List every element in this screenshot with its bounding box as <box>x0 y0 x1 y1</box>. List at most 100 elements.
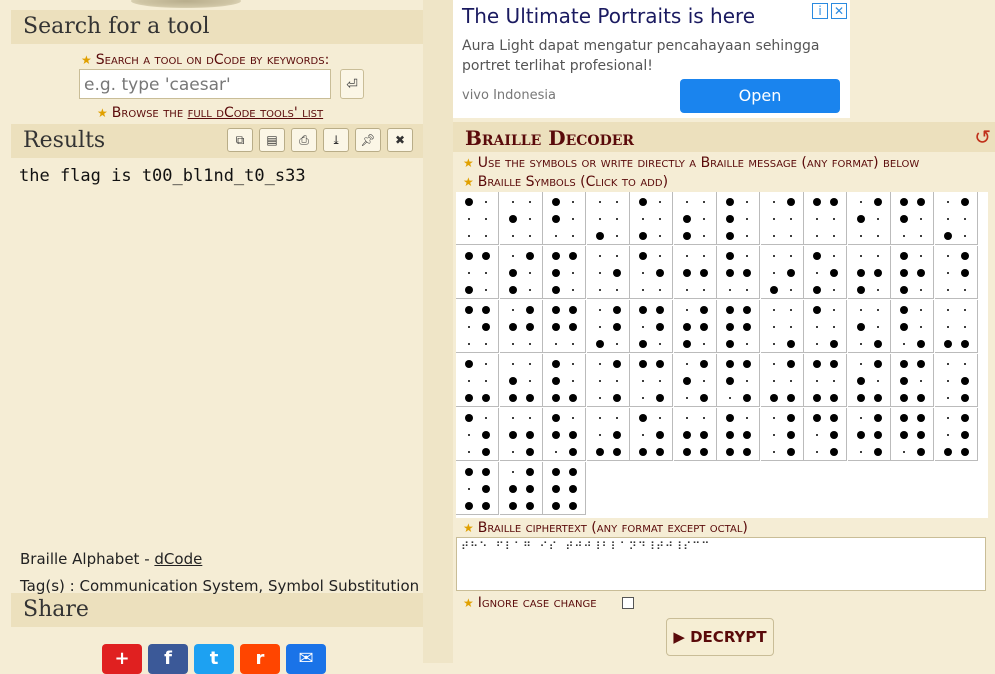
braille-cell[interactable] <box>456 246 499 299</box>
plus-share-icon[interactable]: + <box>102 644 142 674</box>
braille-cell[interactable] <box>760 300 804 353</box>
braille-cell[interactable] <box>760 192 804 245</box>
ad-banner[interactable]: The Ultimate Portraits is here i ✕ Aura L… <box>453 0 850 118</box>
braille-cell[interactable] <box>804 300 847 353</box>
braille-cell[interactable] <box>847 246 891 299</box>
braille-cell[interactable] <box>543 354 586 407</box>
ignore-case-checkbox[interactable] <box>622 597 634 609</box>
braille-cell[interactable] <box>934 192 978 245</box>
braille-dot-flat <box>702 218 705 220</box>
braille-cell[interactable] <box>804 408 847 461</box>
braille-cell[interactable] <box>717 192 760 245</box>
twitter-icon[interactable]: t <box>194 644 234 674</box>
braille-cell[interactable] <box>934 354 978 407</box>
braille-dot-raised <box>508 323 517 331</box>
braille-cell[interactable] <box>630 408 673 461</box>
braille-cell[interactable] <box>717 300 760 353</box>
braille-cell[interactable] <box>673 246 717 299</box>
braille-cell[interactable] <box>586 246 630 299</box>
pin-icon[interactable]: 📌︎ <box>355 128 381 152</box>
braille-cell[interactable] <box>543 408 586 461</box>
braille-cell[interactable] <box>499 354 543 407</box>
ad-open-button[interactable]: Open <box>680 79 840 113</box>
braille-cell[interactable] <box>456 300 499 353</box>
braille-cell[interactable] <box>456 408 499 461</box>
close-icon[interactable]: ✖ <box>387 128 413 152</box>
braille-cell[interactable] <box>673 192 717 245</box>
braille-cell[interactable] <box>717 408 760 461</box>
browse-tools-link[interactable]: ★ Browse the full dCode tools' list <box>97 105 323 121</box>
braille-cell[interactable] <box>630 300 673 353</box>
print-icon[interactable]: ⎙ <box>291 128 317 152</box>
braille-cell[interactable] <box>456 462 499 515</box>
braille-cell[interactable] <box>499 246 543 299</box>
braille-dot-flat <box>876 309 879 311</box>
braille-cell[interactable] <box>847 192 891 245</box>
braille-dot-flat <box>572 272 574 274</box>
braille-cell[interactable] <box>804 354 847 407</box>
braille-cell[interactable] <box>673 300 717 353</box>
braille-cell[interactable] <box>543 246 586 299</box>
braille-dot-flat <box>659 218 661 220</box>
braille-cell[interactable] <box>804 246 847 299</box>
refresh-icon[interactable]: ↺ <box>974 125 991 149</box>
braille-cell[interactable] <box>847 300 891 353</box>
email-icon[interactable]: ✉ <box>286 644 326 674</box>
braille-cell[interactable] <box>499 300 543 353</box>
braille-cell[interactable] <box>891 408 934 461</box>
braille-dot-raised <box>569 502 577 510</box>
braille-cell[interactable] <box>717 246 760 299</box>
braille-cell[interactable] <box>760 408 804 461</box>
dcode-link[interactable]: dCode <box>154 550 202 568</box>
braille-cell[interactable] <box>891 192 934 245</box>
braille-cell[interactable] <box>934 408 978 461</box>
ad-title[interactable]: The Ultimate Portraits is here <box>462 4 755 28</box>
braille-dot-raised <box>465 198 473 206</box>
braille-cell[interactable] <box>499 192 543 245</box>
braille-dot-raised <box>900 431 908 439</box>
braille-cell[interactable] <box>630 246 673 299</box>
ad-info-icon[interactable]: i <box>812 3 828 19</box>
braille-cell[interactable] <box>630 354 673 407</box>
braille-cell[interactable] <box>891 246 934 299</box>
braille-cell[interactable] <box>543 192 586 245</box>
braille-cell[interactable] <box>586 354 630 407</box>
braille-cell[interactable] <box>456 192 499 245</box>
braille-cell[interactable] <box>891 300 934 353</box>
braille-cell[interactable] <box>934 300 978 353</box>
braille-dot-flat <box>746 417 748 419</box>
ad-close-icon[interactable]: ✕ <box>831 3 847 19</box>
reddit-icon[interactable]: r <box>240 644 280 674</box>
braille-cell[interactable] <box>804 192 847 245</box>
enter-icon[interactable]: ⏎ <box>340 69 364 99</box>
braille-cell[interactable] <box>673 354 717 407</box>
braille-dot-raised <box>682 232 691 240</box>
braille-cell[interactable] <box>847 408 891 461</box>
braille-dot-flat <box>685 255 688 257</box>
braille-cell[interactable] <box>543 462 586 515</box>
copy-icon[interactable]: ⧉ <box>227 128 253 152</box>
braille-cell[interactable] <box>891 354 934 407</box>
save-icon[interactable]: ▤ <box>259 128 285 152</box>
facebook-icon[interactable]: f <box>148 644 188 674</box>
braille-cell[interactable] <box>499 462 543 515</box>
search-input[interactable]: e.g. type 'caesar' <box>79 69 331 99</box>
braille-cell[interactable] <box>934 246 978 299</box>
braille-cell[interactable] <box>760 354 804 407</box>
braille-cell[interactable] <box>630 192 673 245</box>
braille-cell[interactable] <box>456 354 499 407</box>
braille-cell[interactable] <box>586 300 630 353</box>
search-label: ★ Search a tool on dCode by keywords: <box>81 52 330 68</box>
braille-cell[interactable] <box>673 408 717 461</box>
braille-cell[interactable] <box>499 408 543 461</box>
braille-dot-flat <box>598 309 601 311</box>
braille-cell[interactable] <box>586 408 630 461</box>
braille-cell[interactable] <box>760 246 804 299</box>
ciphertext-input[interactable]: ⠞⠓⠑ ⠋⠇⠁⠛ ⠊⠎ ⠞⠚⠚⠸⠃⠇⠁⠝⠙⠸⠞⠚⠸⠎⠉⠉ <box>456 537 986 591</box>
braille-cell[interactable] <box>543 300 586 353</box>
decrypt-button[interactable]: ▶ DECRYPT <box>666 618 774 656</box>
download-icon[interactable]: ⤓ <box>323 128 349 152</box>
braille-cell[interactable] <box>586 192 630 245</box>
braille-cell[interactable] <box>717 354 760 407</box>
braille-cell[interactable] <box>847 354 891 407</box>
